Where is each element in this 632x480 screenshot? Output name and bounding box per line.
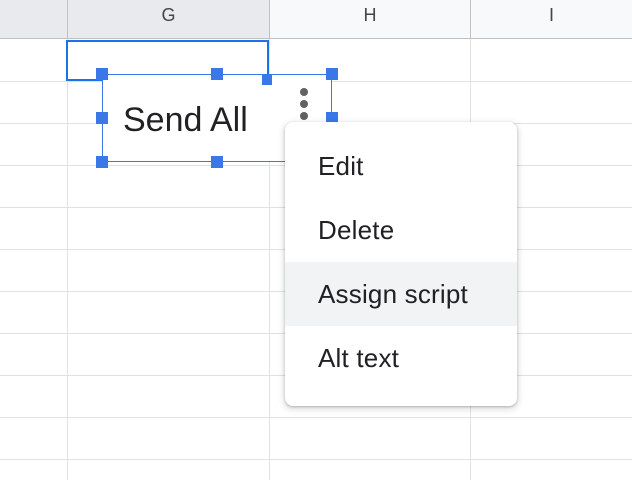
menu-item-label: Delete — [318, 215, 395, 245]
drawing-context-menu: Edit Delete Assign script Alt text — [285, 122, 517, 406]
drawing-label: Send All — [123, 101, 248, 139]
cell-fill-handle[interactable] — [262, 75, 272, 85]
ellipsis-dot — [300, 88, 308, 96]
ellipsis-dot — [300, 112, 308, 120]
grid-row-line — [0, 417, 632, 418]
resize-handle-top-left[interactable] — [96, 68, 108, 80]
ellipsis-dot — [300, 100, 308, 108]
menu-item-delete[interactable]: Delete — [285, 198, 517, 262]
grid-row-line — [0, 459, 632, 460]
resize-handle-top-right[interactable] — [326, 68, 338, 80]
grid-column-line — [67, 39, 68, 480]
spreadsheet-grid: G H I Send All Edit Delete Assign script… — [0, 0, 632, 480]
resize-handle-middle-left[interactable] — [96, 112, 108, 124]
column-header-h[interactable]: H — [270, 0, 471, 38]
vertical-ellipsis-icon[interactable] — [296, 88, 312, 124]
menu-item-assign-script[interactable]: Assign script — [285, 262, 517, 326]
resize-handle-bottom-left[interactable] — [96, 156, 108, 168]
menu-item-label: Edit — [318, 151, 364, 181]
menu-item-alt-text[interactable]: Alt text — [285, 326, 517, 390]
resize-handle-top-center[interactable] — [211, 68, 223, 80]
column-header-i[interactable]: I — [471, 0, 632, 38]
column-header-f-partial[interactable] — [0, 0, 68, 38]
column-header-g[interactable]: G — [68, 0, 270, 38]
menu-item-edit[interactable]: Edit — [285, 134, 517, 198]
column-header-g-label: G — [161, 5, 176, 25]
column-header-row: G H I — [0, 0, 632, 39]
menu-item-label: Alt text — [318, 343, 400, 373]
column-header-h-label: H — [363, 5, 377, 25]
resize-handle-bottom-center[interactable] — [211, 156, 223, 168]
menu-item-label: Assign script — [318, 279, 468, 309]
column-header-i-label: I — [548, 5, 554, 25]
